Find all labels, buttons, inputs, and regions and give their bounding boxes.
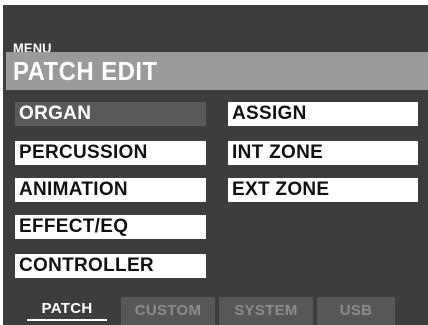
lcd-screen: MENU PATCH EDIT ORGAN PERCUSSION ANIMATI… xyxy=(3,5,428,325)
menu-item-ext-zone[interactable]: EXT ZONE xyxy=(228,178,418,202)
tab-usb[interactable]: USB xyxy=(317,297,395,325)
menu-item-effect-eq[interactable]: EFFECT/EQ xyxy=(15,215,206,239)
tab-system[interactable]: SYSTEM xyxy=(219,297,313,325)
menu-item-organ[interactable]: ORGAN xyxy=(15,102,206,126)
menu-item-int-zone[interactable]: INT ZONE xyxy=(228,141,418,165)
tab-bar: PATCH CUSTOM SYSTEM USB xyxy=(3,295,428,325)
menu-item-animation[interactable]: ANIMATION xyxy=(15,178,206,202)
menu-item-assign[interactable]: ASSIGN xyxy=(228,102,418,126)
device-bezel: MENU PATCH EDIT ORGAN PERCUSSION ANIMATI… xyxy=(0,0,428,325)
tab-custom[interactable]: CUSTOM xyxy=(121,297,215,325)
tab-system-label: SYSTEM xyxy=(234,302,298,319)
tab-patch-label: PATCH xyxy=(41,300,93,317)
active-tab-underline xyxy=(27,319,107,321)
tab-patch[interactable]: PATCH xyxy=(17,297,117,325)
page-title: PATCH EDIT xyxy=(13,56,158,86)
menu-item-controller[interactable]: CONTROLLER xyxy=(15,254,206,278)
tab-usb-label: USB xyxy=(339,302,373,319)
title-bar: PATCH EDIT xyxy=(6,52,428,90)
tab-custom-label: CUSTOM xyxy=(134,302,202,319)
menu-item-percussion[interactable]: PERCUSSION xyxy=(15,141,206,165)
